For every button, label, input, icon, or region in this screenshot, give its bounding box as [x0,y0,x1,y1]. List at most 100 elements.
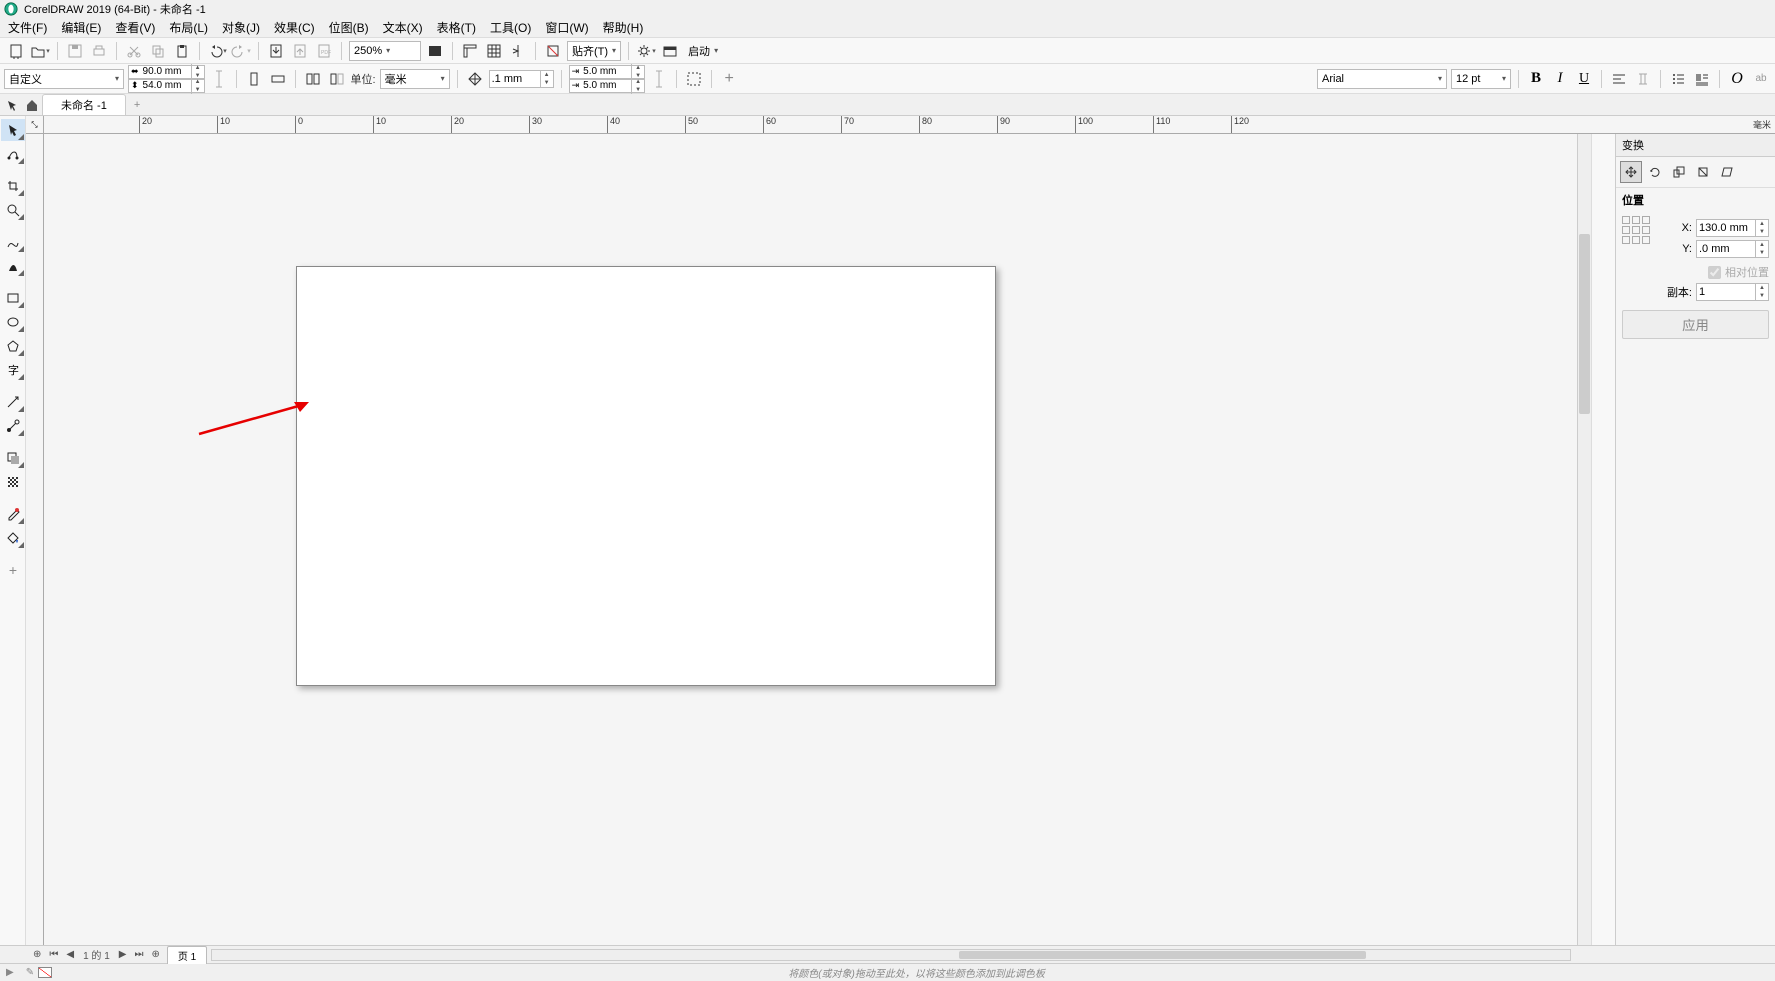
page-prev-button[interactable]: ◀ [63,949,77,960]
page-preset-dropdown[interactable]: 自定义▾ [4,69,124,89]
page-height-input[interactable]: ⬍▲▼ [128,79,205,93]
landscape-button[interactable] [268,69,288,89]
guidelines-button[interactable] [508,41,528,61]
page-next-button[interactable]: ▶ [116,949,130,960]
lock-ratio-button[interactable] [209,69,229,89]
snap-dropdown[interactable]: 贴齐(T)▾ [567,41,621,61]
copies-input[interactable]: ▲▼ [1696,283,1769,301]
transform-x-input[interactable]: ▲▼ [1696,219,1769,237]
dimension-tool[interactable] [1,391,25,413]
page-add2-button[interactable]: ⊕ [148,949,162,960]
snap-off-button[interactable] [543,41,563,61]
menu-help[interactable]: 帮助(H) [603,19,644,36]
drawing-canvas[interactable] [44,134,1577,945]
shape-tool[interactable] [1,143,25,165]
eyedropper-tool[interactable] [1,503,25,525]
menu-object[interactable]: 对象(J) [222,19,260,36]
nudge-input[interactable]: ▲▼ [489,70,554,88]
fill-indicator[interactable]: ✎ [20,967,58,978]
rectangle-tool[interactable] [1,287,25,309]
crop-tool[interactable] [1,175,25,197]
add-preset-button[interactable]: + [719,69,739,89]
menu-view[interactable]: 查看(V) [115,19,155,36]
transform-scale-button[interactable] [1668,161,1690,183]
new-tab-button[interactable]: + [126,97,148,113]
pick-tool-tab-icon[interactable] [2,95,22,115]
transform-y-input[interactable]: ▲▼ [1696,240,1769,258]
page-add-button[interactable]: ⊕ [30,949,44,960]
open-button[interactable]: ▾ [30,41,50,61]
customize-toolbox-button[interactable]: + [1,559,25,581]
align-button[interactable] [1609,69,1629,89]
transform-size-button[interactable] [1692,161,1714,183]
menu-text[interactable]: 文本(X) [383,19,423,36]
dropcap-button[interactable] [1692,69,1712,89]
units-dropdown[interactable]: 毫米▾ [380,69,450,89]
ellipse-tool[interactable] [1,311,25,333]
publish-pdf-button[interactable]: PDF [314,41,334,61]
import-button[interactable] [266,41,286,61]
text-options-button[interactable]: ab [1751,69,1771,89]
italic-button[interactable]: I [1550,69,1570,89]
text-direction-button[interactable] [1633,69,1653,89]
zoom-tool[interactable] [1,199,25,221]
menu-layout[interactable]: 布局(L) [169,19,208,36]
pick-tool[interactable] [1,119,25,141]
paste-button[interactable] [172,41,192,61]
polygon-tool[interactable] [1,335,25,357]
print-button[interactable] [89,41,109,61]
artistic-media-tool[interactable] [1,255,25,277]
apply-button[interactable]: 应用 [1622,310,1769,339]
vertical-scrollbar[interactable] [1577,134,1591,945]
bold-button[interactable]: B [1526,69,1546,89]
launch-dropdown[interactable]: 启动▾ [684,41,722,61]
ruler-vertical[interactable] [26,134,44,945]
fullscreen-button[interactable] [425,41,445,61]
cut-button[interactable] [124,41,144,61]
ruler-horizontal[interactable]: 20 10 0 10 20 30 40 50 60 70 80 90 100 1… [44,116,1775,134]
menu-tools[interactable]: 工具(O) [490,19,531,36]
bullet-button[interactable] [1668,69,1688,89]
redo-button[interactable]: ▾ [231,41,251,61]
copy-button[interactable] [148,41,168,61]
horizontal-scrollbar[interactable] [211,949,1571,961]
page-width-input[interactable]: ⬌▲▼ [128,65,205,79]
home-tab-button[interactable] [22,95,42,115]
menu-window[interactable]: 窗口(W) [545,19,588,36]
all-pages-button[interactable] [303,69,323,89]
launch-icon[interactable] [660,41,680,61]
menu-edit[interactable]: 编辑(E) [61,19,101,36]
transform-rotate-button[interactable] [1644,161,1666,183]
export-button[interactable] [290,41,310,61]
connector-tool[interactable] [1,415,25,437]
font-size-dropdown[interactable]: 12 pt▾ [1451,69,1511,89]
save-button[interactable] [65,41,85,61]
current-page-button[interactable] [327,69,347,89]
transform-skew-button[interactable] [1716,161,1738,183]
transparency-tool[interactable] [1,471,25,493]
text-tool[interactable]: 字 [1,359,25,381]
grid-button[interactable] [484,41,504,61]
freehand-tool[interactable] [1,231,25,253]
options-button[interactable]: ▾ [636,41,656,61]
font-dropdown[interactable]: Arial▾ [1317,69,1447,89]
dup-x-input[interactable]: ⇥▲▼ [569,65,646,79]
menu-table[interactable]: 表格(T) [437,19,476,36]
rulers-button[interactable] [460,41,480,61]
page-first-button[interactable]: ⏮ [46,949,61,960]
doc-tab-active[interactable]: 未命名 -1 [42,94,126,115]
fill-tool[interactable] [1,527,25,549]
menu-effects[interactable]: 效果(C) [274,19,315,36]
transform-position-button[interactable] [1620,161,1642,183]
lock-dup-button[interactable] [649,69,669,89]
page-last-button[interactable]: ⏭ [131,949,146,960]
treat-as-filled-button[interactable] [684,69,704,89]
underline-button[interactable]: U [1574,69,1594,89]
page-tab-1[interactable]: 页 1 [167,946,207,964]
drop-shadow-tool[interactable] [1,447,25,469]
opentype-button[interactable]: O [1727,69,1747,89]
anchor-grid[interactable] [1622,216,1650,244]
new-doc-button[interactable] [6,41,26,61]
portrait-button[interactable] [244,69,264,89]
zoom-dropdown[interactable]: 250%▾ [349,41,421,61]
